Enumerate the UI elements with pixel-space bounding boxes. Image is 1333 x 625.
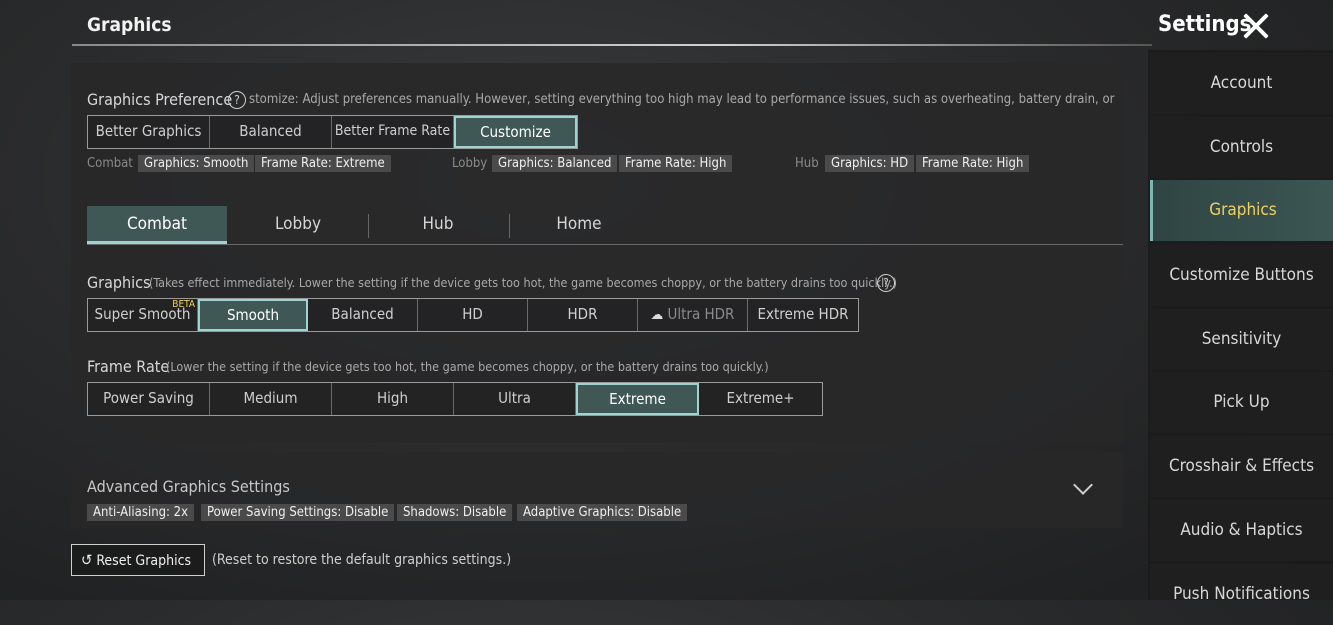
graphics-ultra-hdr[interactable]: ☁ Ultra HDR — [638, 299, 748, 331]
graphics-note: (Takes effect immediately. Lower the set… — [149, 275, 898, 290]
reset-icon: ↺ — [81, 551, 93, 569]
framerate-medium[interactable]: Medium — [210, 383, 332, 415]
summary-lobby-label: Lobby — [452, 156, 488, 171]
reset-graphics-label: Reset Graphics — [96, 553, 192, 569]
sidebar-item-pick-up[interactable]: Pick Up — [1150, 372, 1333, 433]
graphics-label: Graphics — [87, 273, 151, 292]
summary-combat-graphics: Graphics: Smooth — [138, 155, 255, 172]
preference-description: stomize: Adjust preferences manually. Ho… — [249, 92, 1115, 107]
graphics-quality-selector: Super Smooth BETA Smooth Balanced HD HDR… — [87, 298, 859, 332]
graphics-smooth[interactable]: Smooth — [198, 299, 308, 331]
summary-combat-label: Combat — [87, 156, 133, 171]
reset-graphics-button[interactable]: ↺ Reset Graphics — [71, 544, 205, 576]
sidebar-item-audio-haptics[interactable]: Audio & Haptics — [1150, 500, 1333, 561]
framerate-ultra[interactable]: Ultra — [454, 383, 576, 415]
advanced-label: Advanced Graphics Settings — [87, 477, 290, 496]
graphics-super-smooth[interactable]: Super Smooth BETA — [88, 299, 198, 331]
framerate-extreme-plus[interactable]: Extreme+ — [699, 383, 822, 415]
summary-lobby-graphics: Graphics: Balanced — [492, 155, 618, 172]
settings-title: Settings — [1158, 12, 1252, 37]
advanced-shadows: Shadows: Disable — [397, 504, 513, 521]
graphics-ultra-hdr-label: Ultra HDR — [667, 305, 735, 323]
sidebar-item-crosshair-effects[interactable]: Crosshair & Effects — [1150, 436, 1333, 497]
frame-rate-note: (Lower the setting if the device gets to… — [166, 359, 769, 374]
sidebar-item-customize-buttons[interactable]: Customize Buttons — [1150, 245, 1333, 306]
graphics-hd[interactable]: HD — [418, 299, 528, 331]
preference-help-icon[interactable]: ? — [228, 91, 246, 109]
mode-tabs: Combat Lobby Hub Home — [87, 206, 1123, 245]
sidebar-item-graphics[interactable]: Graphics — [1150, 180, 1333, 241]
tab-lobby[interactable]: Lobby — [228, 206, 368, 244]
frame-rate-label: Frame Rate — [87, 357, 170, 376]
summary-lobby-framerate: Frame Rate: High — [619, 155, 733, 172]
framerate-power-saving[interactable]: Power Saving — [88, 383, 210, 415]
preference-label: Graphics Preference — [87, 90, 233, 109]
framerate-high[interactable]: High — [332, 383, 454, 415]
preference-customize[interactable]: Customize — [454, 116, 577, 148]
framerate-extreme[interactable]: Extreme — [576, 383, 699, 415]
summary-hub-graphics: Graphics: HD — [825, 155, 915, 172]
sidebar-item-controls[interactable]: Controls — [1150, 117, 1333, 178]
summary-combat-framerate: Frame Rate: Extreme — [255, 155, 391, 172]
preference-balanced[interactable]: Balanced — [210, 116, 332, 148]
sidebar-item-account[interactable]: Account — [1150, 53, 1333, 114]
summary-hub-label: Hub — [795, 156, 819, 171]
sidebar-item-push-notifications[interactable]: Push Notifications — [1150, 564, 1333, 604]
frame-rate-selector: Power Saving Medium High Ultra Extreme E… — [87, 382, 823, 416]
advanced-power-saving: Power Saving Settings: Disable — [201, 504, 395, 521]
close-icon[interactable] — [1240, 10, 1272, 42]
tab-combat[interactable]: Combat — [87, 206, 227, 244]
reset-note: (Reset to restore the default graphics s… — [212, 552, 512, 568]
tab-hub[interactable]: Hub — [368, 206, 508, 244]
preference-better-graphics[interactable]: Better Graphics — [88, 116, 210, 148]
sidebar-item-sensitivity[interactable]: Sensitivity — [1150, 309, 1333, 370]
header-divider — [72, 44, 1152, 46]
preference-better-frame-rate[interactable]: Better Frame Rate — [332, 116, 454, 148]
advanced-adaptive-graphics: Adaptive Graphics: Disable — [517, 504, 688, 521]
tab-home[interactable]: Home — [509, 206, 649, 244]
page-title: Graphics — [87, 14, 172, 36]
summary-hub-framerate: Frame Rate: High — [916, 155, 1030, 172]
graphics-hdr[interactable]: HDR — [528, 299, 638, 331]
cloud-download-icon: ☁ — [650, 307, 664, 323]
graphics-balanced[interactable]: Balanced — [308, 299, 418, 331]
beta-badge: BETA — [172, 299, 195, 310]
preference-selector: Better Graphics Balanced Better Frame Ra… — [87, 115, 578, 149]
advanced-anti-aliasing: Anti-Aliasing: 2x — [87, 504, 195, 521]
graphics-help-icon[interactable]: ? — [877, 274, 895, 292]
graphics-extreme-hdr[interactable]: Extreme HDR — [748, 299, 858, 331]
